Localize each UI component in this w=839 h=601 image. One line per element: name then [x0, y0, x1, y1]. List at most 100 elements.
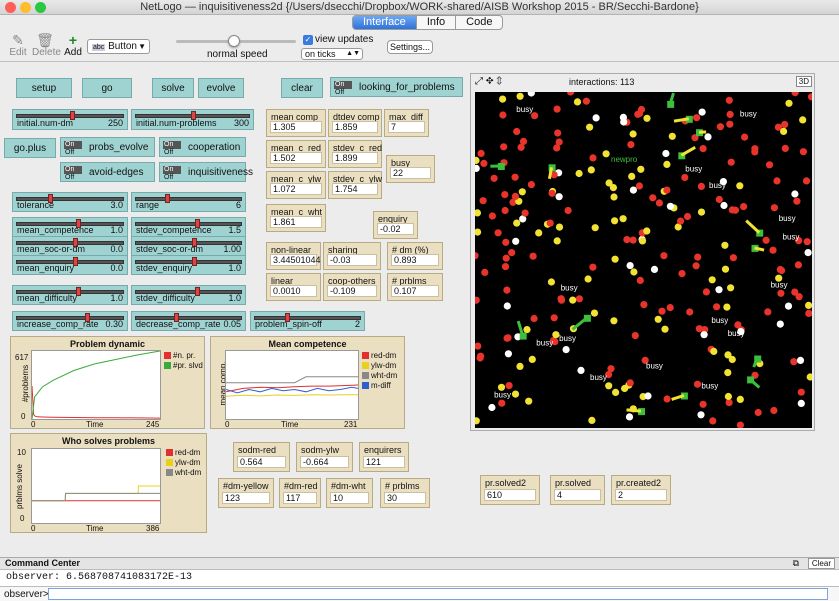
view-controls-icon[interactable]: ⤢ ✥ ⇕ — [475, 76, 502, 87]
agent-dot — [700, 145, 707, 152]
zoom-window-icon[interactable] — [35, 2, 46, 13]
agent-dot — [593, 114, 600, 121]
stdev-soc-or-dm-slider[interactable]: stdev_soc-or-dm1.00 — [131, 236, 246, 256]
tolerance-slider[interactable]: tolerance3.0 — [12, 192, 128, 212]
agent-dot — [725, 393, 732, 400]
agent-dot — [715, 286, 722, 293]
mean-competence-slider[interactable]: mean_competence1.0 — [12, 217, 128, 237]
slider-label: mean_difficulty — [17, 293, 77, 303]
agent-dot — [658, 308, 665, 315]
agent-dot — [628, 173, 635, 180]
agent-dot — [556, 224, 563, 231]
pct-prblms-monitor: # prblms (%)0.107 — [387, 273, 443, 301]
slider-knob[interactable] — [195, 287, 200, 296]
3d-view-button[interactable]: 3D — [796, 76, 812, 87]
tab-info[interactable]: Info — [417, 16, 456, 29]
legend-label: #n. pr. — [173, 351, 195, 360]
agent-dot — [605, 382, 612, 389]
agent-dot — [627, 262, 634, 269]
agent-dot — [656, 199, 663, 206]
agent-dot — [709, 276, 716, 283]
agent-dot — [804, 238, 811, 245]
stdev-difficulty-slider[interactable]: stdev_difficulty1.0 — [131, 285, 246, 305]
settings-button[interactable]: Settings... — [387, 40, 433, 54]
decrease-comp-rate-slider[interactable]: decrease_comp_rate0.05 — [131, 311, 246, 331]
initial-num-problems-slider[interactable]: initial.num-problems300 — [131, 109, 254, 130]
monitor-value: 1.899 — [332, 152, 378, 164]
agent-dot — [531, 315, 538, 322]
edit-button[interactable]: ✎ Edit — [8, 33, 28, 58]
agent-dot — [627, 379, 634, 386]
increase-comp-rate-slider[interactable]: increase_comp_rate0.30 — [12, 311, 128, 331]
go-button[interactable]: go — [82, 78, 132, 98]
agent-dot — [500, 143, 507, 150]
inquisitiveness-switch[interactable]: OnOff inquisitiveness — [159, 162, 246, 182]
tab-interface[interactable]: Interface — [353, 16, 417, 29]
slider-value: 6 — [236, 200, 241, 210]
legend-label: red-dm — [371, 351, 396, 360]
clear-output-button[interactable]: Clear — [808, 558, 835, 569]
problem-spin-off-slider[interactable]: problem_spin-off2 — [250, 311, 365, 331]
mean-difficulty-slider[interactable]: mean_difficulty1.0 — [12, 285, 128, 305]
probs-evolve-switch[interactable]: OnOff probs_evolve — [60, 137, 155, 157]
widget-type-select[interactable]: abc Button ▼ — [87, 39, 150, 54]
slider-value: 1.0 — [228, 263, 241, 273]
x-max-label: 231 — [344, 420, 357, 429]
slider-knob[interactable] — [192, 257, 197, 266]
switch-toggle[interactable]: OnOff — [334, 81, 352, 98]
looking-for-problems-switch[interactable]: OnOff looking_for_problems — [330, 77, 463, 97]
speed-slider-knob[interactable] — [228, 35, 240, 47]
agent-dot — [751, 148, 758, 155]
stdev-c-ylw-monitor: stdev_c_ylw1.754 — [328, 171, 382, 199]
range-slider[interactable]: range6 — [131, 192, 246, 212]
detach-icon[interactable]: ⧉ — [793, 558, 799, 569]
agent-dot — [720, 202, 727, 209]
switch-toggle[interactable]: OnOff — [163, 166, 181, 183]
tab-code[interactable]: Code — [456, 16, 502, 29]
agent-dot — [737, 396, 744, 403]
setup-button[interactable]: setup — [16, 78, 72, 98]
world-canvas[interactable]: busybusybusybusybusybusybusybusybusybusy… — [475, 92, 812, 428]
delete-button[interactable]: 🗑 Delete — [32, 33, 58, 58]
agent-dot — [726, 97, 733, 104]
initial-num-dm-slider[interactable]: initial.num-dm250 — [12, 109, 128, 130]
clear-button[interactable]: clear — [281, 78, 323, 98]
y-axis-label: #problems — [21, 365, 30, 402]
agent-dot — [588, 417, 595, 424]
mean-soc-or-dm-slider[interactable]: mean_soc-or-dm0.0 — [12, 236, 128, 256]
stdev-competence-slider[interactable]: stdev_competence1.5 — [131, 217, 246, 237]
command-input[interactable] — [48, 588, 828, 600]
go-plus-button[interactable]: go.plus — [4, 138, 56, 158]
agent-dot — [475, 229, 481, 236]
cooperation-switch[interactable]: OnOff cooperation — [159, 137, 246, 157]
switch-toggle[interactable]: OnOff — [64, 166, 82, 183]
agent-dot — [726, 121, 733, 128]
agent-dot — [791, 289, 798, 296]
minimize-window-icon[interactable] — [20, 2, 31, 13]
update-mode-select[interactable]: on ticks ▲▼ — [301, 48, 363, 60]
monitor-value: 0.0010 — [270, 285, 317, 297]
agent-dot — [684, 213, 691, 220]
view-updates-checkbox[interactable]: ✓ — [303, 35, 313, 45]
interaction-link — [681, 147, 695, 155]
switch-toggle[interactable]: OnOff — [163, 141, 181, 158]
monitor-label: #dm-wht — [331, 481, 366, 491]
stdev-enquiry-slider[interactable]: stdev_enquiry1.0 — [131, 255, 246, 275]
switch-on: On — [163, 166, 181, 174]
avoid-edges-switch[interactable]: OnOff avoid-edges — [60, 162, 155, 182]
agent-dot — [475, 297, 480, 304]
mean-enquiry-slider[interactable]: mean_enquiry0.0 — [12, 255, 128, 275]
agent-dot — [730, 254, 737, 261]
series-line-pr-slvd — [32, 351, 160, 419]
solve-button[interactable]: solve — [152, 78, 194, 98]
close-window-icon[interactable] — [5, 2, 16, 13]
slider-knob[interactable] — [165, 194, 170, 203]
agent-dot — [697, 411, 704, 418]
agent-dot — [726, 399, 733, 406]
evolve-button[interactable]: evolve — [198, 78, 244, 98]
command-prompt[interactable]: observer> — [4, 589, 49, 600]
switch-toggle[interactable]: OnOff — [64, 141, 82, 158]
add-button[interactable]: + Add — [62, 33, 84, 58]
agent-busy-label: busy — [701, 382, 718, 391]
agent-dot — [491, 175, 498, 182]
